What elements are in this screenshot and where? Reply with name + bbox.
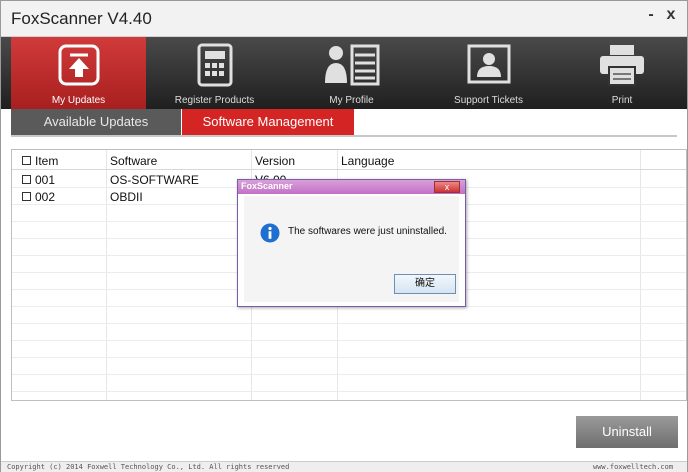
toolbar-item-support-tickets[interactable]: Support Tickets — [420, 37, 557, 109]
row-item[interactable]: 002 — [22, 190, 55, 204]
dialog-title: FoxScanner — [241, 181, 293, 191]
header-language: Language — [341, 154, 395, 168]
dialog-message: The softwares were just uninstalled. — [288, 226, 447, 237]
toolbar-label: Print — [611, 95, 633, 106]
header-item[interactable]: Item — [22, 154, 58, 168]
dialog-title-bar: FoxScanner x — [238, 180, 465, 194]
info-icon — [260, 223, 280, 243]
table-row — [12, 324, 686, 341]
subtab-underline — [11, 135, 677, 137]
footer: Copyright (c) 2014 Foxwell Technology Co… — [1, 461, 687, 472]
toolbar-item-my-profile[interactable]: My Profile — [283, 37, 420, 109]
row-item-id: 001 — [35, 173, 56, 187]
row-checkbox[interactable] — [22, 192, 31, 202]
app-window: FoxScanner V4.40 - x My Updates Register… — [0, 0, 688, 472]
select-all-checkbox[interactable] — [22, 156, 31, 166]
row-item-id: 002 — [35, 190, 56, 204]
toolbar-label: My Profile — [329, 95, 374, 106]
row-software: OBDII — [110, 190, 143, 204]
ok-button[interactable]: 确定 — [394, 274, 456, 294]
close-button[interactable]: x — [661, 5, 681, 25]
dialog-close-button[interactable]: x — [434, 181, 460, 193]
profile-list-icon — [324, 44, 379, 86]
printer-icon — [600, 45, 644, 86]
minimize-button[interactable]: - — [641, 5, 661, 25]
toolbar-label: My Updates — [51, 95, 106, 106]
header-item-label: Item — [35, 154, 59, 168]
toolbar-item-print[interactable]: Print — [557, 37, 687, 109]
subtab-bar: Available Updates Software Management — [1, 109, 687, 135]
table-row — [12, 307, 686, 324]
dialog-body: The softwares were just uninstalled. 确定 — [244, 196, 459, 302]
tab-available-updates[interactable]: Available Updates — [11, 109, 181, 135]
website-link[interactable]: www.foxwelltech.com — [593, 463, 673, 471]
window-title: FoxScanner V4.40 — [11, 9, 152, 28]
contact-card-icon — [467, 44, 510, 84]
uninstall-button[interactable]: Uninstall — [576, 416, 678, 448]
table-row — [12, 358, 686, 375]
row-item[interactable]: 001 — [22, 173, 55, 187]
table-row — [12, 375, 686, 392]
title-bar: FoxScanner V4.40 - x — [1, 1, 687, 37]
row-software: OS-SOFTWARE — [110, 173, 199, 187]
tab-software-management[interactable]: Software Management — [182, 109, 354, 135]
main-toolbar: My Updates Register Products My Profile — [1, 37, 687, 109]
upload-arrow-icon — [58, 44, 99, 86]
message-dialog: FoxScanner x The softwares were just uni… — [237, 179, 466, 307]
toolbar-item-register-products[interactable]: Register Products — [146, 37, 283, 109]
toolbar-label: Register Products — [174, 95, 255, 106]
header-version: Version — [255, 154, 296, 168]
toolbar-label: Support Tickets — [454, 95, 523, 106]
calculator-icon — [197, 43, 232, 87]
header-software: Software — [110, 154, 158, 168]
table-row — [12, 341, 686, 358]
row-checkbox[interactable] — [22, 175, 31, 185]
toolbar-item-my-updates[interactable]: My Updates — [11, 37, 146, 109]
table-header-row: Item Software Version Language — [12, 150, 686, 170]
copyright-text: Copyright (c) 2014 Foxwell Technology Co… — [7, 463, 290, 471]
